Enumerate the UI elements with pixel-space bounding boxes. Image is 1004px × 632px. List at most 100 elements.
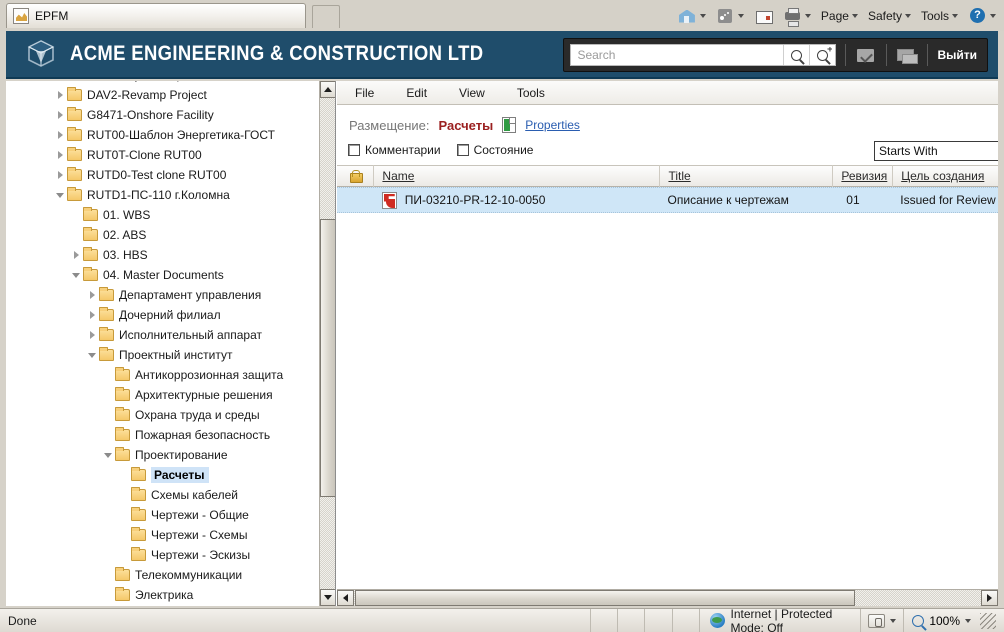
column-header-purpose[interactable]: Цель создания <box>892 165 998 187</box>
placement-value: Расчеты <box>438 117 494 133</box>
tree-expand-right-icon[interactable] <box>86 325 99 345</box>
tree-node[interactable]: Чертежи - Эскизы <box>6 545 320 565</box>
chevron-down-icon[interactable] <box>804 13 811 18</box>
tree-expand-down-icon[interactable] <box>54 185 67 205</box>
tree-expand-right-icon[interactable] <box>86 285 99 305</box>
tree-node[interactable]: RUT0T-Clone RUT00 <box>6 145 320 165</box>
chevron-down-icon[interactable] <box>990 13 996 18</box>
scroll-down-button[interactable] <box>320 589 335 606</box>
table-row[interactable]: ПИ-03210-PR-12-10-0050 Описание к чертеж… <box>337 187 998 213</box>
tree-node[interactable]: G8471-Onshore Facility <box>6 105 320 125</box>
security-zone[interactable]: Internet | Protected Mode: Off <box>700 607 862 632</box>
tree-expand-right-icon[interactable] <box>54 85 67 105</box>
privacy-report-button[interactable] <box>861 609 905 632</box>
tree-twisty-spacer <box>118 485 131 505</box>
properties-link[interactable]: Properties <box>525 118 580 132</box>
chevron-down-icon[interactable] <box>890 618 897 623</box>
resize-grip[interactable] <box>980 612 997 629</box>
read-mail-button[interactable] <box>750 5 777 27</box>
tree-node[interactable]: Телекоммуникации <box>6 565 320 585</box>
chevron-down-icon[interactable] <box>737 13 744 18</box>
menu-tools[interactable]: Tools <box>517 86 545 100</box>
menu-file[interactable]: File <box>355 86 374 100</box>
column-header-title[interactable]: Title <box>659 165 832 187</box>
tools-menu-button[interactable]: Tools <box>917 7 962 25</box>
tree-node[interactable]: Охрана труда и среды <box>6 405 320 425</box>
scrollbar-thumb[interactable] <box>320 219 335 497</box>
status-segment <box>618 609 646 632</box>
tree-node[interactable]: Пожарная безопасность <box>6 425 320 445</box>
search-input[interactable] <box>571 45 784 65</box>
tree-expand-down-icon[interactable] <box>86 345 99 365</box>
folder-icon <box>115 367 130 381</box>
list-horizontal-scrollbar[interactable] <box>337 589 998 606</box>
safety-menu-button[interactable]: Safety <box>864 7 915 25</box>
search-box[interactable] <box>570 44 837 66</box>
document-properties-icon[interactable] <box>502 117 517 133</box>
column-header-lock[interactable] <box>337 165 373 187</box>
logout-button[interactable]: Выйти <box>937 48 977 62</box>
placement-label: Размещение: <box>349 117 430 133</box>
scrollbar-thumb[interactable] <box>355 590 855 606</box>
tasks-checklist-icon[interactable] <box>855 46 877 64</box>
chevron-down-icon[interactable] <box>965 618 972 623</box>
menu-view[interactable]: View <box>459 86 485 100</box>
tree-expand-right-icon[interactable] <box>70 245 83 265</box>
lock-icon <box>349 169 364 183</box>
tree-expand-right-icon[interactable] <box>86 305 99 325</box>
tree-node[interactable]: RUTD1-ПС-110 г.Коломна <box>6 185 320 205</box>
tree-node[interactable]: Расчеты <box>6 465 320 485</box>
scroll-left-button[interactable] <box>337 590 354 606</box>
column-header-revision[interactable]: Ревизия <box>832 165 892 187</box>
tree-node[interactable]: Чертежи - Схемы <box>6 525 320 545</box>
browser-tab-epfm[interactable]: EPFM <box>6 3 306 28</box>
tree-node[interactable]: Исполнительный аппарат <box>6 325 320 345</box>
menu-edit[interactable]: Edit <box>406 86 427 100</box>
search-button[interactable] <box>783 45 809 65</box>
tree-vertical-scrollbar[interactable] <box>319 81 335 606</box>
feeds-button[interactable] <box>712 5 748 27</box>
tree-node[interactable]: RUT00-Шаблон Энергетика-ГОСТ <box>6 125 320 145</box>
tree-node[interactable]: DAV2-Revamp Project <box>6 85 320 105</box>
tree-node[interactable]: 01. WBS <box>6 205 320 225</box>
tree-node[interactable]: Проектный институт <box>6 345 320 365</box>
tree-node[interactable]: Департамент управления <box>6 285 320 305</box>
checkbox-status[interactable]: Состояние <box>456 143 533 157</box>
tree-expand-down-icon[interactable] <box>102 445 115 465</box>
print-button[interactable] <box>779 5 815 27</box>
help-button[interactable] <box>964 5 1000 27</box>
new-tab-button[interactable] <box>312 5 340 28</box>
tree-node[interactable]: Антикоррозионная защита <box>6 365 320 385</box>
checkbox-box[interactable] <box>456 144 469 156</box>
advanced-search-button[interactable] <box>809 45 835 65</box>
tree-expand-right-icon[interactable] <box>54 145 67 165</box>
zoom-control[interactable]: 100% <box>904 612 1004 629</box>
home-button[interactable] <box>674 5 710 27</box>
tree-node[interactable]: Проектирование <box>6 445 320 465</box>
tree-node[interactable]: Чертежи - Общие <box>6 505 320 525</box>
page-menu-button[interactable]: Page <box>817 7 862 25</box>
tree-node-label: Проектный институт <box>119 348 233 362</box>
tree-node[interactable]: Архитектурные решения <box>6 385 320 405</box>
tree-node[interactable]: 02. ABS <box>6 225 320 245</box>
tree-node[interactable]: Схемы кабелей <box>6 485 320 505</box>
tree-expand-right-icon[interactable] <box>54 125 67 145</box>
tree-node[interactable]: Дочерний филиал <box>6 305 320 325</box>
tree-node[interactable]: Электрика <box>6 585 320 605</box>
tree-expand-right-icon[interactable] <box>54 165 67 185</box>
tree-expand-right-icon[interactable] <box>54 105 67 125</box>
tree-node[interactable]: 03. HBS <box>6 245 320 265</box>
scroll-right-button[interactable] <box>981 590 998 606</box>
tree-node[interactable]: 04. Master Documents <box>6 265 320 285</box>
checkbox-comments[interactable]: Комментарии <box>348 143 441 157</box>
tree-node[interactable]: RUTD0-Test clone RUT00 <box>6 165 320 185</box>
folder-icon <box>115 427 130 441</box>
chevron-down-icon[interactable] <box>699 13 706 18</box>
column-header-name[interactable]: Name <box>373 165 659 187</box>
tree-expand-down-icon[interactable] <box>70 265 83 285</box>
mail-icon[interactable] <box>896 46 919 64</box>
filter-condition-select[interactable]: Starts With <box>874 141 998 161</box>
scroll-up-button[interactable] <box>320 81 335 98</box>
ie-command-bar: Page Safety Tools <box>674 2 1000 29</box>
checkbox-box[interactable] <box>348 144 360 156</box>
